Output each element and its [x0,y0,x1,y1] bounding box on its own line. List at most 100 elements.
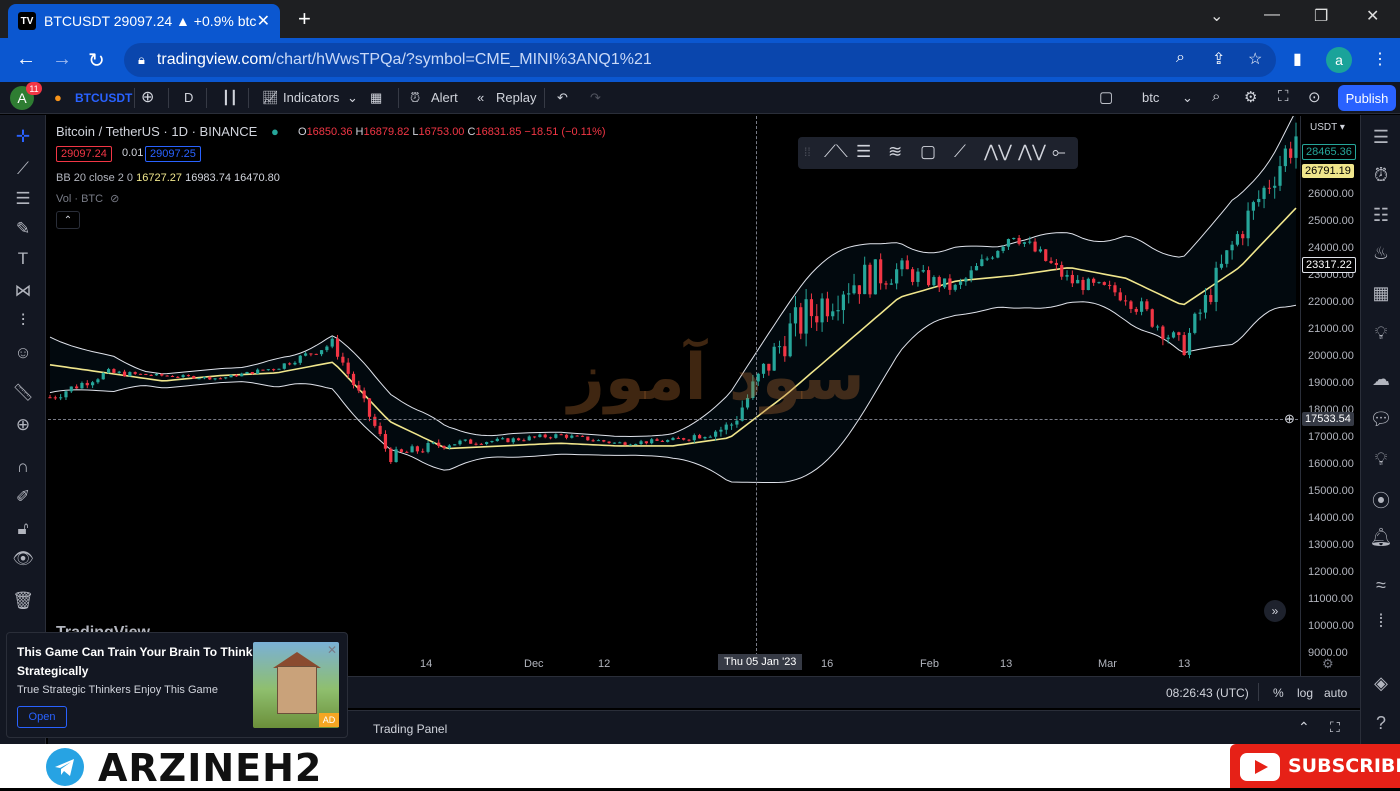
alerts-clock-icon[interactable]: ⏰︎ [1361,165,1400,186]
profile-avatar[interactable]: a [1326,47,1352,73]
expand-panel-icon[interactable]: ⌃ [1298,719,1310,736]
candle[interactable] [942,278,947,288]
lock-drawings-icon[interactable]: 🔓︎ [0,519,46,539]
tab-close-icon[interactable]: ✕ [257,11,270,31]
candle[interactable] [895,269,899,284]
candle[interactable] [1294,136,1298,158]
candle[interactable] [958,281,963,285]
candle[interactable] [1081,279,1085,291]
candle[interactable] [389,448,393,463]
candle[interactable] [873,259,877,295]
candle[interactable] [543,434,547,438]
candle[interactable] [831,311,835,317]
candle[interactable] [1166,337,1170,340]
candle[interactable] [362,390,366,399]
candle[interactable] [144,373,148,375]
candle[interactable] [85,382,89,386]
candle[interactable] [250,371,254,374]
indicators-dropdown-icon[interactable]: ⌄ [347,90,358,106]
candle[interactable] [186,375,191,377]
candle[interactable] [511,438,515,443]
trend-line-icon[interactable]: ⟋ [0,159,46,179]
prediction-icon[interactable]: ⫶ [0,311,46,331]
candle[interactable] [516,438,521,441]
collapse-legend-button[interactable]: ⌃ [56,211,80,229]
candle[interactable] [298,355,302,363]
candle[interactable] [1134,308,1138,312]
settings-gear-icon[interactable]: ⚙ [1244,88,1257,106]
candle[interactable] [926,270,931,286]
ray-icon[interactable]: ⟋ [954,142,966,162]
candle[interactable] [921,270,925,272]
scroll-to-realtime-button[interactable]: » [1264,600,1286,622]
candle[interactable] [154,373,159,376]
candle[interactable] [687,439,691,441]
candle[interactable] [218,378,222,380]
ruler-icon[interactable]: 📏︎ [0,383,46,403]
broadcast-icon[interactable]: ⦿ [1361,487,1400,513]
candle[interactable] [1150,309,1154,327]
candle[interactable] [383,434,388,449]
symbol-search-button[interactable]: BTCUSDT [75,91,132,105]
candle[interactable] [1022,242,1027,244]
candle[interactable] [303,353,308,356]
candle[interactable] [879,259,883,284]
forward-icon[interactable]: → [52,48,72,71]
candle[interactable] [729,424,734,426]
candle[interactable] [548,437,553,439]
candle[interactable] [1054,262,1058,266]
candle[interactable] [666,440,670,442]
candle[interactable] [485,442,489,445]
candle[interactable] [825,298,830,317]
candle[interactable] [453,444,457,446]
candle[interactable] [820,298,824,323]
candle[interactable] [1113,285,1117,293]
candle[interactable] [1230,244,1234,251]
candle[interactable] [181,375,185,378]
channel-icon[interactable]: ☰ [856,142,871,162]
candle[interactable] [1209,295,1213,302]
candle[interactable] [1267,187,1271,189]
candle[interactable] [122,371,127,377]
candle[interactable] [1139,301,1144,312]
candle[interactable] [1214,267,1218,302]
candle[interactable] [612,442,617,444]
candle[interactable] [75,386,79,389]
candle[interactable] [378,425,382,435]
strategy-icon[interactable]: ⁞ [1361,611,1400,632]
candle[interactable] [974,265,979,271]
candle[interactable] [698,435,702,439]
candle[interactable] [208,376,212,380]
candle[interactable] [1086,278,1090,291]
layout-grid-icon[interactable]: ▦ [370,90,382,106]
candle[interactable] [964,278,968,282]
candle[interactable] [256,369,260,374]
candle[interactable] [713,431,718,437]
candle[interactable] [1097,282,1101,284]
candle[interactable] [288,363,292,365]
candle[interactable] [1203,295,1208,313]
window-close-icon[interactable]: ✕ [1366,6,1379,26]
candle[interactable] [1198,312,1202,314]
subscribe-button[interactable]: SUBSCRIBE [1230,744,1400,788]
buy-price-button[interactable]: 29097.25 [145,146,201,162]
browser-tab[interactable]: TV BTCUSDT 29097.24 ▲ +0.9% btc ✕ [8,4,280,38]
log-scale-toggle[interactable]: log [1297,686,1313,700]
candle[interactable] [602,440,606,442]
candle[interactable] [149,374,153,376]
pattern-icon[interactable]: ⋈ [0,281,46,301]
candle[interactable] [1145,301,1149,310]
candle[interactable] [431,442,435,444]
sell-price-button[interactable]: 29097.24 [56,146,112,162]
drag-handle-icon[interactable]: ⁞⁞ [804,145,811,159]
compare-add-icon[interactable]: ⊕ [141,87,154,107]
trash-icon[interactable]: 🗑︎ [0,591,46,611]
candle[interactable] [112,369,116,373]
candle[interactable] [900,260,904,270]
candle[interactable] [1028,241,1032,243]
candle[interactable] [426,442,430,452]
candle[interactable] [868,264,872,295]
candle[interactable] [1001,246,1005,251]
bollinger-legend[interactable]: BB 20 close 2 0 16727.27 16983.74 16470.… [56,172,280,184]
candle[interactable] [804,299,808,334]
